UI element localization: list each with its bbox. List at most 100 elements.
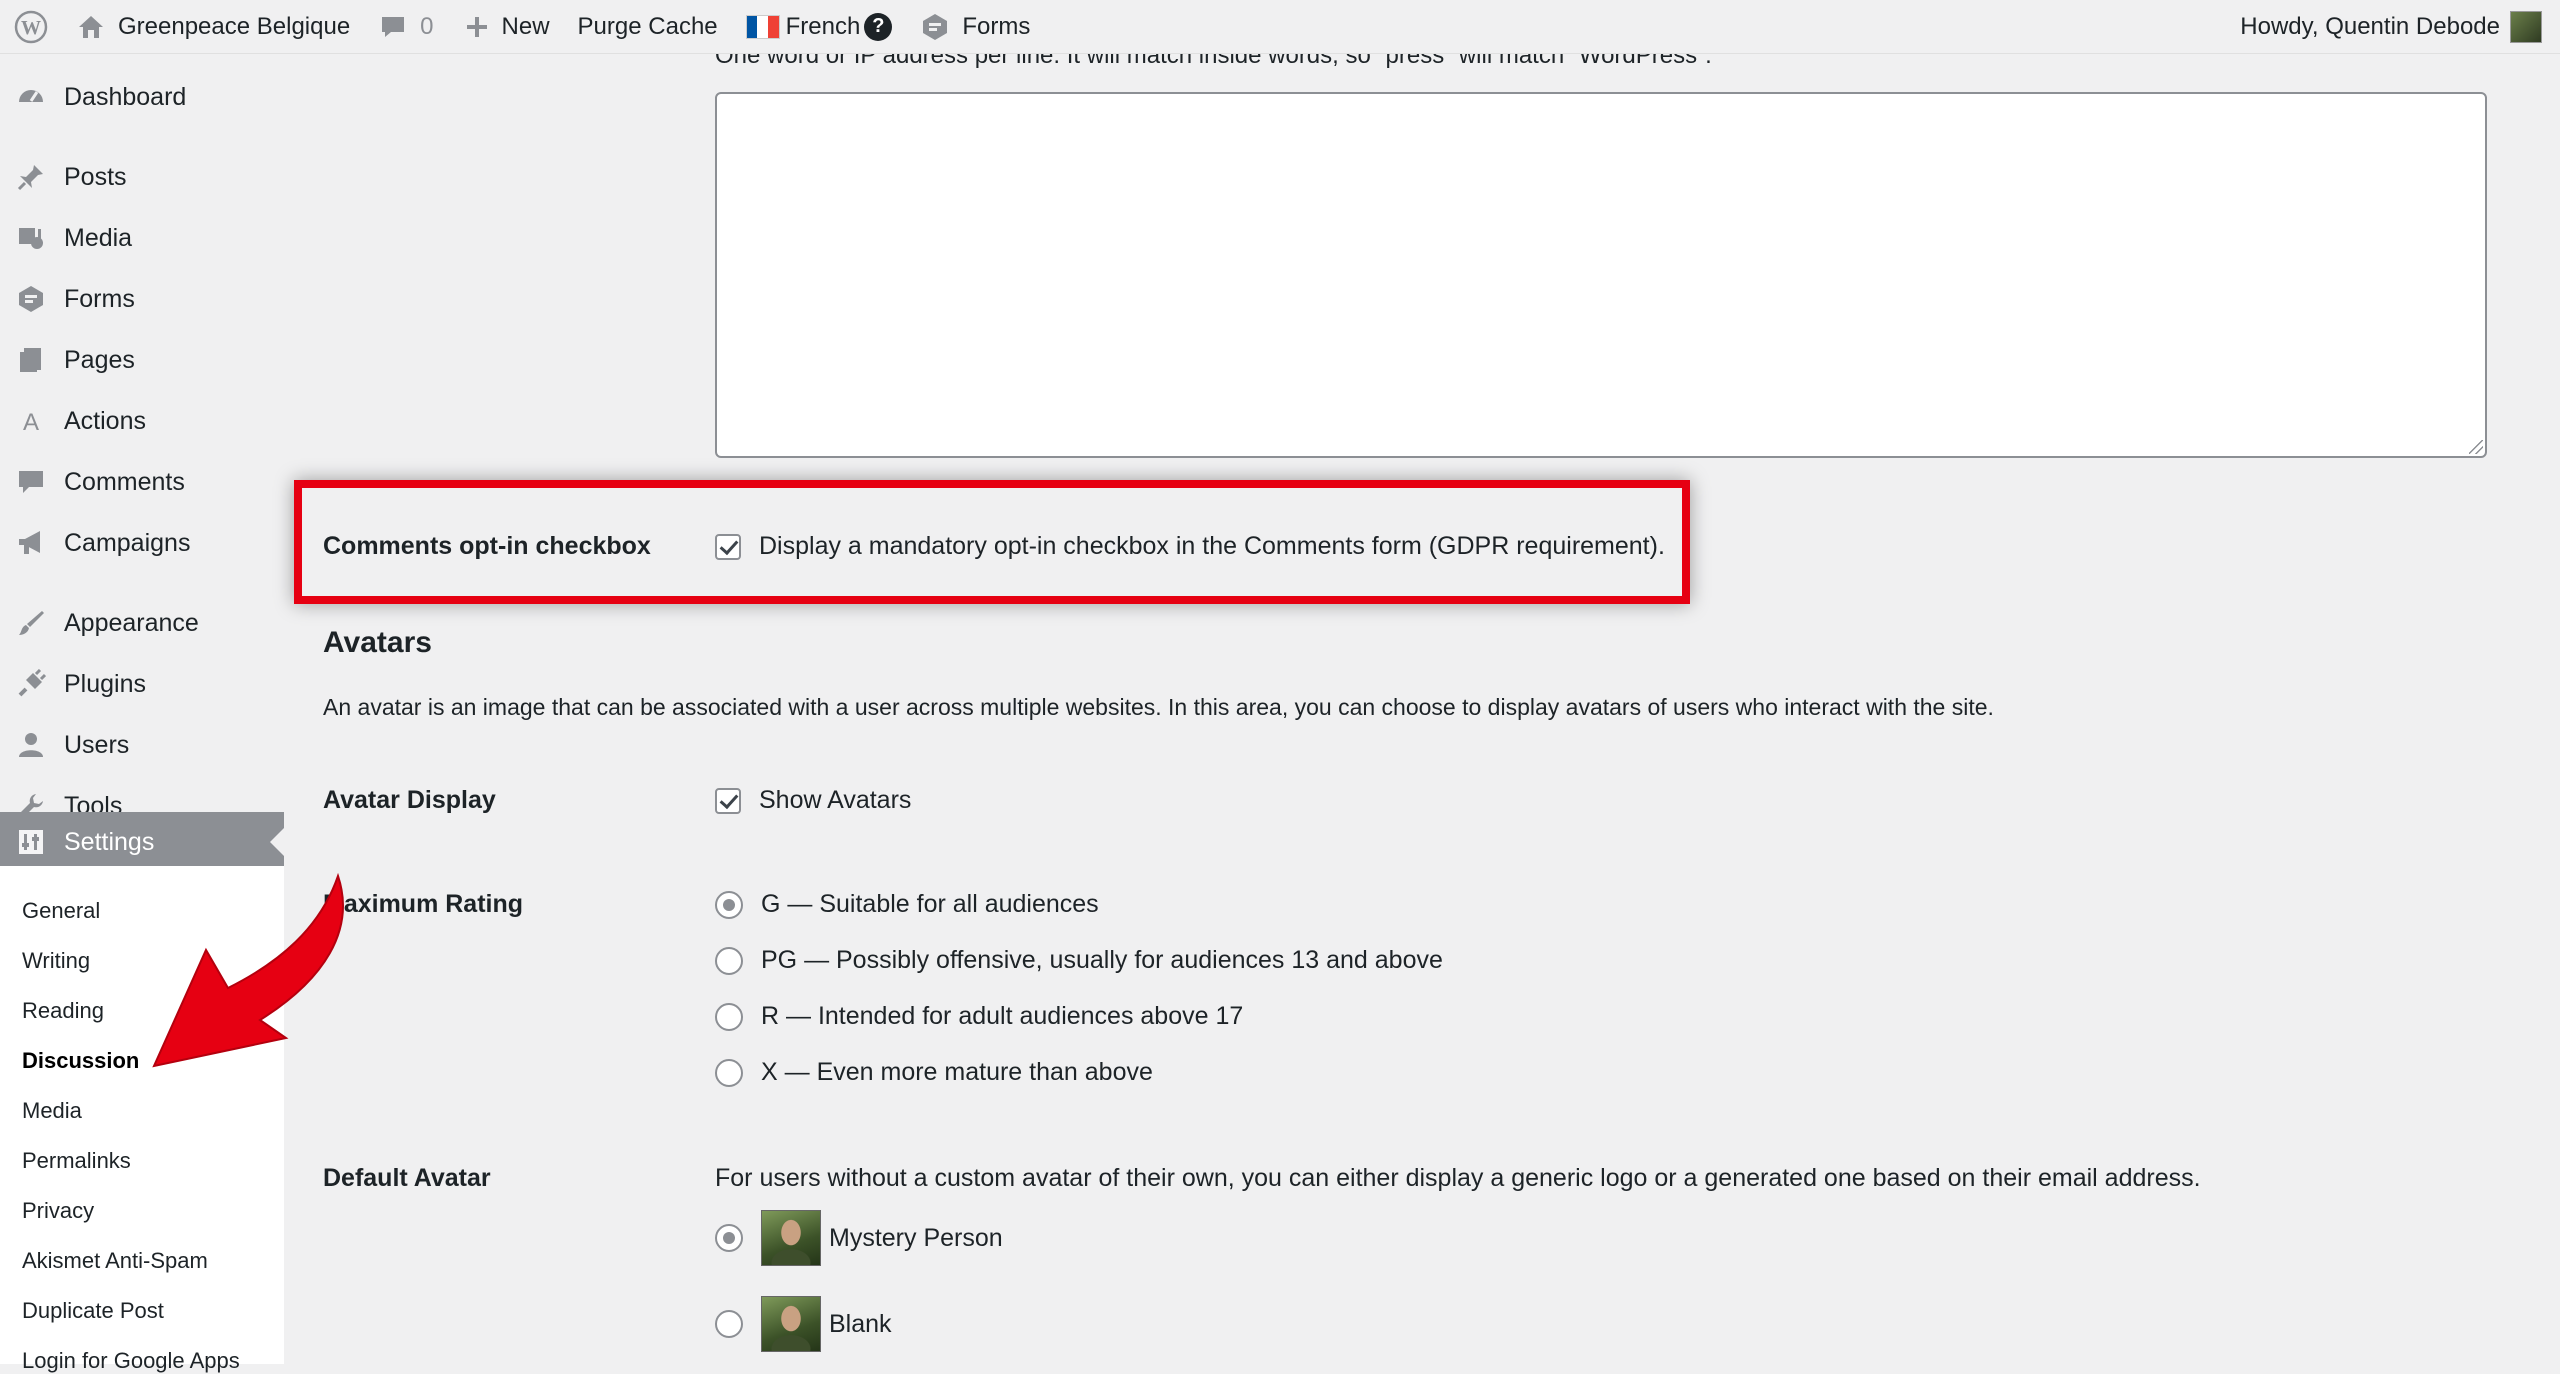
default-avatar-option-mystery[interactable]: Mystery Person: [715, 1210, 1003, 1266]
rating-text: PG — Possibly offensive, usually for aud…: [761, 946, 1443, 974]
sidebar-item-users[interactable]: Users: [0, 716, 284, 774]
sidebar-item-actions[interactable]: A Actions: [0, 392, 284, 450]
forms-icon: [14, 282, 48, 316]
sidebar-item-label: Campaigns: [64, 528, 191, 557]
rating-option-r[interactable]: R — Intended for adult audiences above 1…: [715, 1002, 1243, 1031]
submenu-item-writing[interactable]: Writing: [22, 948, 90, 974]
avatar-display-field[interactable]: Show Avatars: [715, 786, 911, 815]
sidebar-item-label: Media: [64, 223, 133, 252]
new-content-button[interactable]: New: [448, 0, 564, 54]
sidebar-item-settings[interactable]: Settings: [0, 812, 284, 872]
sidebar-item-label: Appearance: [64, 608, 199, 637]
optin-checkbox[interactable]: [715, 533, 741, 560]
sidebar-item-label: Pages: [64, 345, 135, 374]
user-icon: [14, 728, 48, 762]
new-label: New: [501, 12, 550, 40]
sidebar-item-label: Forms: [64, 284, 135, 313]
submenu-item-privacy[interactable]: Privacy: [22, 1198, 94, 1224]
sidebar-item-label: Users: [64, 730, 130, 759]
avatar-display-label: Avatar Display: [323, 786, 496, 814]
default-avatar-option-blank[interactable]: Blank: [715, 1296, 892, 1352]
settings-icon: [14, 825, 48, 859]
rating-option-g[interactable]: G — Suitable for all audiences: [715, 890, 1099, 919]
comment-icon: [14, 465, 48, 499]
megaphone-icon: [14, 526, 48, 560]
sidebar-item-label: Dashboard: [64, 82, 187, 111]
default-avatar-radio-mystery[interactable]: [715, 1224, 743, 1252]
avatars-description: An avatar is an image that can be associ…: [323, 694, 1994, 720]
pages-icon: [14, 343, 48, 377]
language-switcher[interactable]: French ?: [732, 0, 907, 54]
sidebar-item-label: Comments: [64, 467, 185, 496]
comments-link[interactable]: 0: [364, 0, 447, 54]
submenu-item-akismet[interactable]: Akismet Anti-Spam: [22, 1248, 208, 1274]
submenu-item-media[interactable]: Media: [22, 1098, 82, 1124]
language-label: French: [785, 12, 861, 40]
rating-option-x[interactable]: X — Even more mature than above: [715, 1058, 1153, 1087]
help-icon[interactable]: ?: [864, 12, 893, 41]
submenu-item-reading[interactable]: Reading: [22, 998, 104, 1024]
admin-sidebar: Dashboard Posts Media Forms Pages A Acti…: [0, 54, 284, 1373]
sidebar-item-appearance[interactable]: Appearance: [0, 594, 284, 652]
rating-option-pg[interactable]: PG — Possibly offensive, usually for aud…: [715, 946, 1443, 975]
maximum-rating-label: Maximum Rating: [323, 890, 524, 918]
french-flag-icon: [745, 14, 780, 39]
optin-field[interactable]: Display a mandatory opt-in checkbox in t…: [715, 532, 1665, 561]
sidebar-item-pages[interactable]: Pages: [0, 331, 284, 389]
default-avatar-text: Blank: [829, 1309, 892, 1338]
sidebar-item-label: Plugins: [64, 669, 146, 698]
rating-text: G — Suitable for all audiences: [761, 890, 1099, 918]
submenu-item-duplicate-post[interactable]: Duplicate Post: [22, 1298, 164, 1324]
rating-radio-x[interactable]: [715, 1058, 743, 1087]
comment-bubble-icon: [378, 12, 408, 42]
forms-icon: [920, 12, 950, 42]
plug-icon: [14, 667, 48, 701]
admin-bar: W Greenpeace Belgique 0 New Purge Cache …: [0, 0, 2560, 54]
dashboard-icon: [14, 80, 48, 114]
submenu-item-general[interactable]: General: [22, 898, 100, 924]
rating-radio-g[interactable]: [715, 890, 743, 919]
svg-text:A: A: [23, 409, 39, 436]
plus-icon: [462, 12, 492, 42]
my-account-link[interactable]: Howdy, Quentin Debode: [2226, 0, 2560, 54]
sidebar-item-label: Posts: [64, 162, 127, 191]
rating-radio-r[interactable]: [715, 1002, 743, 1031]
site-name: Greenpeace Belgique: [118, 12, 351, 40]
rating-radio-pg[interactable]: [715, 946, 743, 975]
settings-submenu: General Writing Reading Discussion Media…: [0, 866, 284, 1373]
sidebar-item-media[interactable]: Media: [0, 209, 284, 267]
user-avatar: [2510, 10, 2542, 43]
show-avatars-text: Show Avatars: [759, 786, 912, 814]
resize-handle-icon[interactable]: [2469, 440, 2483, 454]
current-menu-pointer: [270, 828, 284, 856]
sidebar-item-forms[interactable]: Forms: [0, 270, 284, 328]
show-avatars-checkbox[interactable]: [715, 787, 741, 814]
default-avatar-radio-blank[interactable]: [715, 1310, 743, 1338]
actions-icon: A: [14, 404, 48, 438]
sidebar-item-dashboard[interactable]: Dashboard: [0, 74, 284, 120]
forms-label: Forms: [962, 12, 1031, 40]
sidebar-item-plugins[interactable]: Plugins: [0, 655, 284, 713]
comments-count: 0: [420, 12, 434, 40]
wordpress-logo-button[interactable]: W: [0, 0, 62, 54]
forms-link[interactable]: Forms: [906, 0, 1044, 54]
avatar-preview-image: [761, 1210, 821, 1266]
optin-label: Comments opt-in checkbox: [323, 532, 651, 560]
submenu-item-discussion[interactable]: Discussion: [22, 1048, 139, 1074]
submenu-item-permalinks[interactable]: Permalinks: [22, 1148, 131, 1174]
purge-cache-button[interactable]: Purge Cache: [564, 0, 732, 54]
avatar-preview-image: [761, 1296, 821, 1352]
sidebar-item-label: Settings: [64, 827, 155, 856]
sidebar-item-posts[interactable]: Posts: [0, 148, 284, 206]
home-icon: [76, 12, 106, 42]
disallowed-keys-textarea[interactable]: [715, 92, 2487, 458]
media-icon: [14, 221, 48, 255]
howdy-text: Howdy, Quentin Debode: [2240, 12, 2500, 40]
pin-icon: [14, 160, 48, 194]
sidebar-item-campaigns[interactable]: Campaigns: [0, 514, 284, 572]
submenu-item-login-google-apps[interactable]: Login for Google Apps: [22, 1348, 240, 1374]
main-content: One word or IP address per line. It will…: [284, 42, 2560, 1364]
site-name-link[interactable]: Greenpeace Belgique: [62, 0, 364, 54]
sidebar-item-comments[interactable]: Comments: [0, 453, 284, 511]
rating-text: X — Even more mature than above: [761, 1058, 1153, 1086]
